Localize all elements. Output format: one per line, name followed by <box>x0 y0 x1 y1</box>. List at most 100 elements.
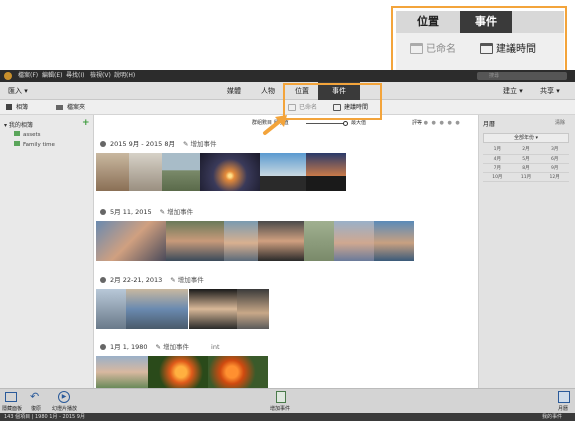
sidebar-item-assets[interactable]: assets <box>14 131 41 138</box>
event-photo[interactable] <box>334 221 374 261</box>
create-label: 建立 <box>503 87 517 95</box>
albums-button[interactable]: 相簿 <box>6 100 28 115</box>
folders-button[interactable]: 檔案夾 <box>56 100 85 115</box>
event-photo[interactable] <box>260 153 306 191</box>
import-button[interactable]: 匯入 ▾ <box>8 82 28 100</box>
event-photo[interactable] <box>96 153 129 191</box>
event-header: 2月 22-21, 2013 ✎ 增加事件 <box>100 275 204 285</box>
event-photo[interactable] <box>258 221 304 261</box>
hide-panel-label: 隱藏面板 <box>2 406 23 412</box>
rating-filter[interactable]: 評等 ● ● ● ● ● <box>412 119 461 126</box>
app-logo-icon <box>4 72 12 80</box>
event-photo[interactable] <box>200 153 260 191</box>
event-header: 1月 1, 1980 ✎ 增加事件 int <box>100 342 220 352</box>
check-icon[interactable] <box>100 209 106 215</box>
month-cell[interactable]: 10月 <box>483 172 512 182</box>
add-event-label: 增加事件 <box>190 140 217 148</box>
month-cell[interactable]: 7月 <box>483 163 512 173</box>
month-cell[interactable]: 3月 <box>540 145 569 155</box>
tab-people[interactable]: 人物 <box>255 82 281 100</box>
month-cell[interactable]: 8月 <box>511 163 541 173</box>
calendar-label: 月曆 <box>558 406 569 412</box>
event-photo[interactable] <box>208 356 268 388</box>
event-photo[interactable] <box>148 356 208 388</box>
month-cell[interactable]: 9月 <box>540 163 569 173</box>
event-date: 2015 9月 - 2015 8月 <box>110 140 175 148</box>
hide-panel-icon[interactable] <box>5 392 17 402</box>
event-photo[interactable] <box>306 153 346 191</box>
add-event-link[interactable]: ✎ 增加事件 <box>183 140 217 148</box>
menu-find[interactable]: 尋找(I) <box>66 70 84 82</box>
callout-tab-events[interactable]: 事件 <box>460 11 512 33</box>
callout-created-time-button[interactable]: 建議時間 <box>480 43 536 57</box>
undo-icon[interactable]: ↶ <box>30 390 39 403</box>
callout-named-button[interactable]: 已命名 <box>410 43 456 57</box>
event-photo[interactable] <box>166 221 224 261</box>
my-events-label: 我的事件 <box>542 414 563 420</box>
event-photo[interactable] <box>96 289 126 329</box>
event-date: 2月 22-21, 2013 <box>110 276 163 284</box>
check-icon[interactable] <box>100 344 106 350</box>
check-icon[interactable] <box>100 141 106 147</box>
month-cell[interactable]: 1月 <box>483 145 512 155</box>
year-select[interactable]: 全部年份 ▾ <box>483 133 569 143</box>
event-photo[interactable] <box>189 289 237 329</box>
undo-label: 復原 <box>31 406 42 412</box>
event-photo[interactable] <box>304 221 334 261</box>
event-photo[interactable] <box>224 221 258 261</box>
play-icon[interactable]: ▶ <box>58 391 70 403</box>
album-icon <box>14 141 20 146</box>
callout-tab-location[interactable]: 位置 <box>396 11 460 33</box>
menu-view[interactable]: 檢視(V) <box>90 70 111 82</box>
event-photo[interactable] <box>129 153 162 191</box>
create-button[interactable]: 建立 ▾ <box>503 82 523 100</box>
calendar-title: 月曆 <box>483 121 496 128</box>
event-photo[interactable] <box>96 221 166 261</box>
callout-created-time-label: 建議時間 <box>496 44 536 55</box>
add-event-link[interactable]: ✎ 增加事件 <box>170 276 204 284</box>
month-cell[interactable]: 6月 <box>540 154 569 164</box>
month-cell[interactable]: 11月 <box>511 172 541 182</box>
sidebar-item-label: Family time <box>23 142 55 148</box>
event-photo[interactable] <box>374 221 414 261</box>
grouping-slider[interactable] <box>306 123 346 124</box>
album-icon <box>14 131 20 136</box>
events-grid: 群組數目 最小值 最大值 評等 ● ● ● ● ● 2015 9月 - 2015… <box>94 115 478 388</box>
search-input[interactable]: 搜尋 <box>477 72 567 80</box>
sidebar-item-family-time[interactable]: Family time <box>14 141 55 148</box>
calendar-icon[interactable] <box>558 391 570 403</box>
month-cell[interactable]: 12月 <box>540 172 569 182</box>
month-cell[interactable]: 4月 <box>483 154 512 164</box>
callout-tabs: 位置 事件 <box>396 11 564 33</box>
add-event-label: 增加事件 <box>270 406 291 412</box>
add-album-icon[interactable]: + <box>82 118 90 128</box>
add-event-link[interactable]: ✎ 增加事件 <box>156 343 190 351</box>
month-cell[interactable]: 5月 <box>511 154 541 164</box>
calendar-panel: 月曆 清除 全部年份 ▾ 1月 2月 3月 4月 5月 6月 7月 8月 9月 … <box>478 115 575 388</box>
add-event-icon[interactable] <box>276 391 286 403</box>
month-cell[interactable]: 2月 <box>511 145 541 155</box>
event-photo[interactable] <box>96 356 148 388</box>
tab-media[interactable]: 媒體 <box>220 82 248 100</box>
calendar-clear-button[interactable]: 清除 <box>555 119 565 126</box>
slider-handle[interactable] <box>343 121 348 126</box>
share-button[interactable]: 共享 ▾ <box>540 82 560 100</box>
event-photo[interactable] <box>237 289 269 329</box>
event-header: 2015 9月 - 2015 8月 ✎ 增加事件 <box>100 139 216 149</box>
rating-label: 評等 <box>412 120 423 126</box>
callout-named-label: 已命名 <box>426 44 456 55</box>
event-photo[interactable] <box>162 153 200 191</box>
add-event-link[interactable]: ✎ 增加事件 <box>160 208 194 216</box>
calendar-icon <box>410 43 423 54</box>
album-icon <box>6 104 12 110</box>
my-albums-header[interactable]: ▾ 我的相簿 <box>4 120 33 129</box>
menu-help[interactable]: 說明(H) <box>114 70 135 82</box>
menu-edit[interactable]: 編輯(E) <box>42 70 62 82</box>
event-photo[interactable] <box>126 289 188 329</box>
rating-stars[interactable]: ● ● ● ● ● <box>424 120 461 126</box>
year-select-label: 全部年份 <box>513 135 534 141</box>
check-icon[interactable] <box>100 277 106 283</box>
add-event-label: 增加事件 <box>163 343 190 351</box>
menu-file[interactable]: 檔案(F) <box>18 70 38 82</box>
sidebar-item-label: assets <box>23 132 41 138</box>
